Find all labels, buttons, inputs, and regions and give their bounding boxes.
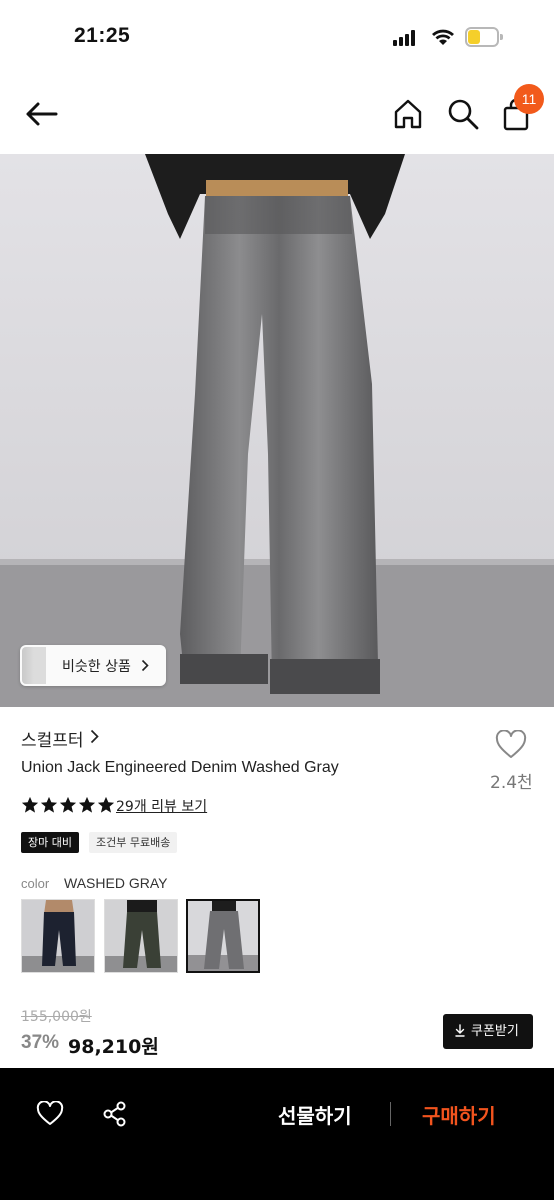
bottom-action-bar: 선물하기 구매하기 — [0, 1068, 554, 1200]
review-link[interactable]: 29개 리뷰 보기 — [116, 796, 207, 816]
star-icon — [59, 796, 77, 813]
top-nav — [0, 76, 554, 154]
divider — [390, 1102, 391, 1126]
product-title: Union Jack Engineered Denim Washed Gray — [21, 759, 339, 776]
coupon-label: 쿠폰받기 — [471, 1024, 519, 1039]
back-arrow-icon[interactable] — [24, 98, 60, 130]
similar-products-label: 비슷한 상품 — [62, 659, 131, 675]
color-swatch-washed-gray[interactable] — [186, 899, 260, 973]
coupon-button[interactable]: 쿠폰받기 — [443, 1014, 533, 1049]
discount-rate: 37% — [21, 1032, 60, 1053]
chevron-right-icon — [141, 659, 149, 672]
cart-count-badge: 11 — [514, 84, 544, 114]
tag-badge: 장마 대비 — [21, 832, 79, 853]
rating-stars — [21, 796, 115, 814]
product-photo — [0, 154, 554, 707]
sale-price: 98,210원 — [68, 1036, 159, 1058]
share-icon[interactable] — [102, 1101, 128, 1127]
product-image[interactable] — [0, 154, 554, 707]
search-icon[interactable] — [447, 98, 479, 130]
color-label: color — [21, 876, 50, 891]
color-swatch-dark-green[interactable] — [104, 899, 178, 973]
battery-icon — [465, 27, 503, 47]
heart-icon[interactable] — [495, 730, 527, 760]
download-icon — [455, 1024, 465, 1037]
color-swatch-dark-black[interactable] — [21, 899, 95, 973]
similar-thumbnail — [34, 647, 46, 684]
star-icon — [40, 796, 58, 813]
similar-products-button[interactable]: 비슷한 상품 — [20, 645, 166, 686]
tag-badge: 조건부 무료배송 — [89, 832, 178, 853]
star-icon — [97, 796, 115, 813]
buy-button[interactable]: 구매하기 — [422, 1100, 496, 1129]
home-icon[interactable] — [393, 98, 423, 130]
brand-link[interactable]: 스컬프터 — [21, 726, 84, 751]
star-icon — [21, 796, 39, 813]
original-price: 155,000원 — [21, 1009, 92, 1025]
status-bar: 21:25 — [0, 0, 554, 76]
gift-button[interactable]: 선물하기 — [278, 1100, 352, 1129]
star-icon — [78, 796, 96, 813]
heart-icon[interactable] — [36, 1101, 64, 1127]
signal-icon — [393, 30, 419, 46]
color-value: WASHED GRAY — [64, 875, 168, 891]
status-time: 21:25 — [74, 24, 131, 47]
like-count: 2.4천 — [490, 773, 533, 793]
chevron-right-icon[interactable] — [90, 729, 99, 744]
wifi-icon — [432, 29, 454, 45]
